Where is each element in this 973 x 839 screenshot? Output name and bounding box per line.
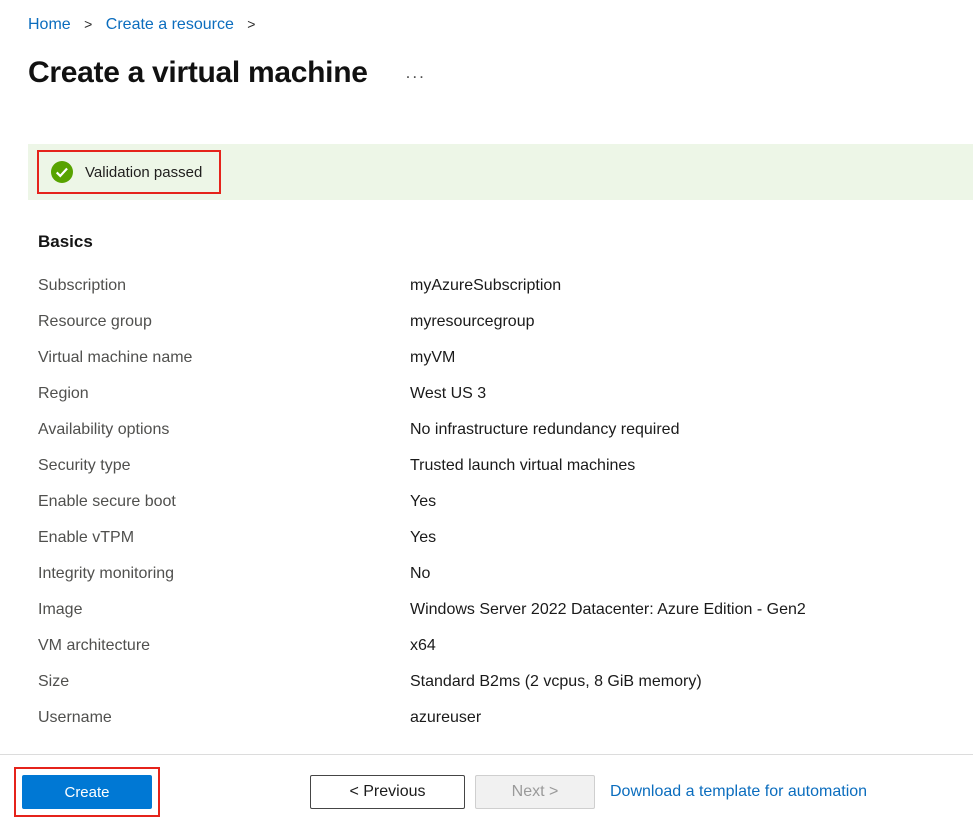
row-value: Trusted launch virtual machines [410,457,636,474]
row-label: VM architecture [38,637,151,654]
row-label: Image [38,601,83,618]
summary-row-integrity-monitoring: Integrity monitoring No [38,556,973,592]
summary-row-region: Region West US 3 [38,376,973,412]
previous-button[interactable]: < Previous [310,775,465,809]
summary-row-vm-name: Virtual machine name myVM [38,340,973,376]
row-value: Yes [410,493,437,510]
row-value: West US 3 [410,385,487,402]
breadcrumb-home-link[interactable]: Home [28,16,71,33]
row-value: myAzureSubscription [410,277,562,294]
row-label: Enable secure boot [38,493,176,510]
next-button[interactable]: Next > [475,775,595,809]
more-options-icon[interactable]: ... [406,63,426,83]
footer-divider [0,754,973,755]
row-label: Virtual machine name [38,349,193,366]
breadcrumb-create-a-resource-link[interactable]: Create a resource [106,16,234,33]
breadcrumb: Home > Create a resource > [0,0,973,34]
row-value: No infrastructure redundancy required [410,421,680,438]
summary-row-availability-options: Availability options No infrastructure r… [38,412,973,448]
row-value: myVM [410,349,456,366]
validation-banner: Validation passed [28,144,973,200]
create-button[interactable]: Create [22,775,152,809]
row-label: Size [38,673,70,690]
breadcrumb-separator: > [84,16,93,32]
basics-summary-list: Subscription myAzureSubscription Resourc… [38,268,973,736]
summary-row-image: Image Windows Server 2022 Datacenter: Az… [38,592,973,628]
validation-annotation-box: Validation passed [37,150,222,194]
row-label: Username [38,709,112,726]
row-label: Availability options [38,421,170,438]
row-value: azureuser [410,709,482,726]
row-value: Windows Server 2022 Datacenter: Azure Ed… [410,601,806,618]
validation-message: Validation passed [85,163,203,181]
row-label: Integrity monitoring [38,565,175,582]
page-title: Create a virtual machine [28,56,368,89]
summary-row-size: Size Standard B2ms (2 vcpus, 8 GiB memor… [38,664,973,700]
create-annotation-box: Create [14,767,160,817]
summary-row-secure-boot: Enable secure boot Yes [38,484,973,520]
row-label: Security type [38,457,131,474]
summary-row-security-type: Security type Trusted launch virtual mac… [38,448,973,484]
breadcrumb-separator: > [247,16,256,32]
row-value: Standard B2ms (2 vcpus, 8 GiB memory) [410,673,702,690]
success-check-icon [51,161,73,183]
row-label: Enable vTPM [38,529,135,546]
row-label: Subscription [38,277,127,294]
row-label: Region [38,385,89,402]
summary-row-vm-architecture: VM architecture x64 [38,628,973,664]
row-value: Yes [410,529,437,546]
title-row: Create a virtual machine ... [0,34,973,90]
summary-row-subscription: Subscription myAzureSubscription [38,268,973,304]
footer-bar: Create < Previous Next > Download a temp… [0,767,973,817]
row-value: myresourcegroup [410,313,535,330]
summary-row-vtpm: Enable vTPM Yes [38,520,973,556]
summary-row-resource-group: Resource group myresourcegroup [38,304,973,340]
row-value: x64 [410,637,436,654]
download-template-link[interactable]: Download a template for automation [610,783,867,801]
row-label: Resource group [38,313,152,330]
row-value: No [410,565,431,582]
section-title-basics: Basics [38,232,93,251]
summary-row-username: Username azureuser [38,700,973,736]
